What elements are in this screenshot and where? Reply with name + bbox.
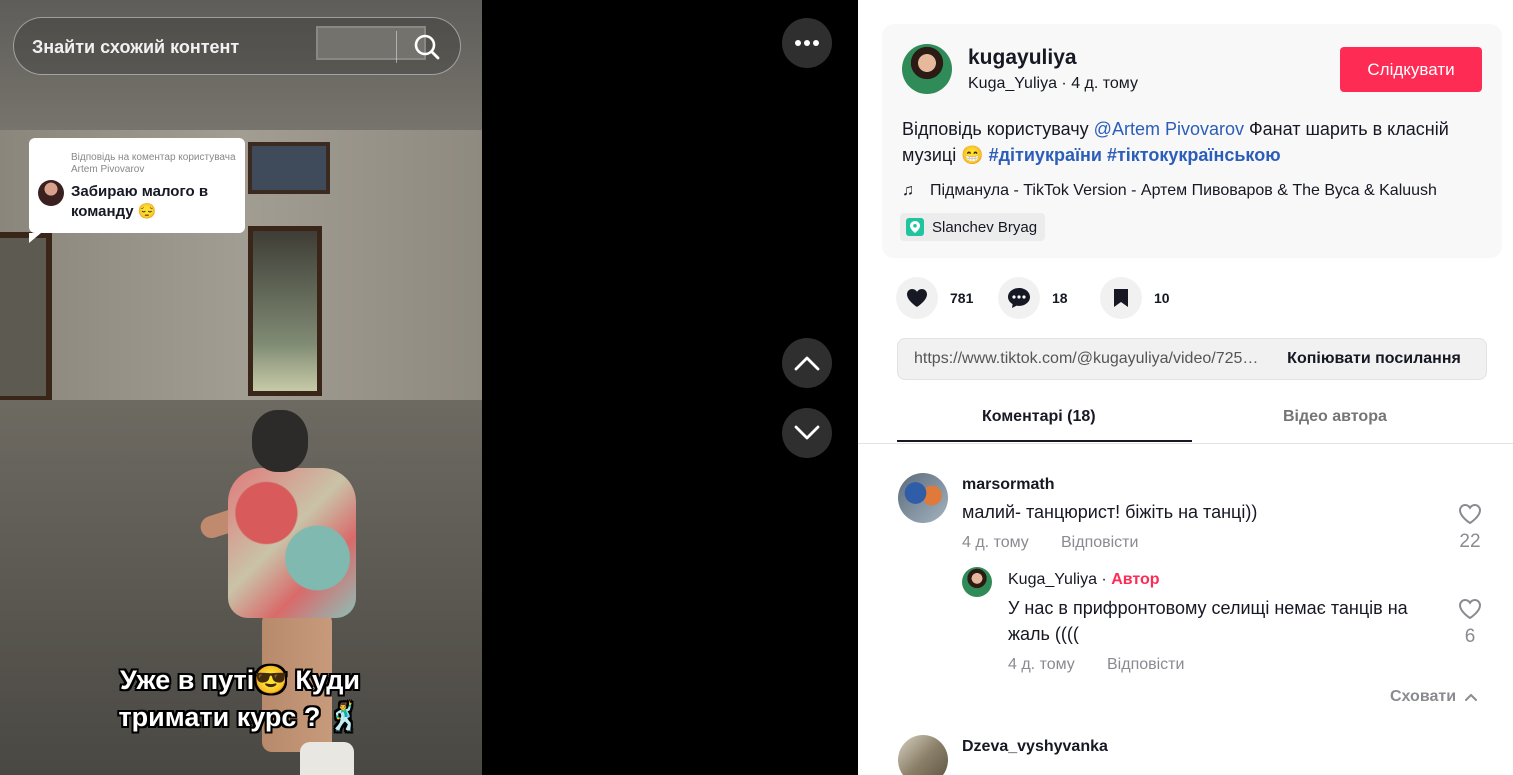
reply-time: 4 д. тому <box>1008 656 1075 673</box>
follow-button[interactable]: Слідкувати <box>1340 47 1482 92</box>
author-username[interactable]: kugayuliya <box>968 46 1077 70</box>
chevron-up-icon <box>1465 693 1478 701</box>
comment-time: 4 д. тому <box>962 534 1029 551</box>
music-note-icon: ♫ <box>902 182 914 199</box>
heart-icon <box>907 289 927 307</box>
reply-username[interactable]: Kuga_Yuliya <box>1008 571 1097 588</box>
comment-list: marsormath малий- танцюрист! біжіть на т… <box>858 445 1513 775</box>
comment-button[interactable] <box>998 277 1040 319</box>
reply-sticker-avatar <box>38 180 64 206</box>
hashtag-link[interactable]: #дітиукраїни <box>989 145 1102 165</box>
panel-tabs: Коментарі (18) Відео автора <box>858 398 1513 444</box>
reply-separator: · <box>1096 571 1112 588</box>
search-icon[interactable] <box>412 32 442 62</box>
music-link[interactable]: ♫ Підманула - TikTok Version - Артем Пив… <box>902 180 1482 202</box>
author-subline: Kuga_Yuliya · 4 д. тому <box>968 75 1138 93</box>
like-button[interactable] <box>896 277 938 319</box>
video-area: Відповідь на коментар користувача Artem … <box>0 0 858 775</box>
details-panel: kugayuliya Kuga_Yuliya · 4 д. тому Слідк… <box>858 0 1513 775</box>
comment-username[interactable]: Dzeva_vyshyvanka <box>962 738 1108 756</box>
next-video-button[interactable] <box>782 408 832 458</box>
reply-like-button[interactable] <box>1455 598 1485 625</box>
tiktok-video-page: Відповідь на коментар користувача Artem … <box>0 0 1513 775</box>
tab-creator-videos[interactable]: Відео автора <box>1283 408 1387 426</box>
video-info-card: kugayuliya Kuga_Yuliya · 4 д. тому Слідк… <box>882 24 1502 258</box>
save-button[interactable] <box>1100 277 1142 319</box>
comment-like-count: 22 <box>1459 531 1481 552</box>
previous-video-button[interactable] <box>782 338 832 388</box>
reply-reply-button[interactable]: Відповісти <box>1107 656 1184 674</box>
hide-replies-button[interactable]: Сховати <box>1390 688 1478 706</box>
reply-sticker-text: Забираю малого в команду 😔 <box>71 183 209 220</box>
bookmark-icon <box>1114 289 1128 307</box>
author-badge: Автор <box>1111 571 1160 588</box>
video-scene-child-shirt <box>228 468 356 618</box>
reply-sticker-caption: Відповідь на коментар користувача Artem … <box>71 152 236 175</box>
comment-count: 18 <box>1052 290 1068 306</box>
video-description: Відповідь користувачу @Artem Pivovarov Ф… <box>902 116 1482 168</box>
more-options-button[interactable] <box>782 18 832 68</box>
reply-user-line: Kuga_Yuliya · Автор <box>1008 571 1160 589</box>
heart-outline-icon <box>1458 503 1482 525</box>
video-caption-overlay: Уже в путі😎 Куди тримати курс ? 🕺 <box>60 662 420 736</box>
comment-text: малий- танцюрист! біжіть на танці)) <box>962 502 1258 522</box>
comment-username[interactable]: marsormath <box>962 476 1054 494</box>
more-horizontal-icon <box>795 40 819 46</box>
copy-link-button[interactable]: Копіювати посилання <box>1270 339 1478 379</box>
heart-outline-icon <box>1458 598 1482 620</box>
similar-content-search <box>13 17 461 75</box>
author-avatar[interactable] <box>902 44 952 94</box>
reply-comment-sticker: Відповідь на коментар користувача Artem … <box>29 138 245 243</box>
reply-avatar[interactable] <box>962 567 992 597</box>
video-scene-child-shoe <box>300 742 354 775</box>
location-chip[interactable]: Slanchev Bryag <box>900 213 1046 241</box>
comment-bubble-icon <box>1008 288 1030 308</box>
reply-like-count: 6 <box>1464 626 1476 647</box>
description-prefix: Відповідь користувачу <box>902 119 1094 139</box>
action-bar: 781 18 10 <box>896 277 1202 319</box>
share-url[interactable]: https://www.tiktok.com/@kugayuliya/video… <box>914 350 1259 368</box>
active-tab-indicator <box>897 440 1192 442</box>
save-count: 10 <box>1154 290 1170 306</box>
video-player[interactable]: Відповідь на коментар користувача Artem … <box>0 0 482 775</box>
like-count: 781 <box>950 290 974 306</box>
location-name: Slanchev Bryag <box>932 218 1038 236</box>
comment-like-button[interactable] <box>1455 503 1485 530</box>
save-action: 10 <box>1100 277 1178 319</box>
video-caption-line-2: тримати курс ? 🕺 <box>118 702 362 732</box>
hashtag-link[interactable]: #тіктокукраїнською <box>1107 145 1281 165</box>
music-title: Підманула - TikTok Version - Артем Пивов… <box>930 182 1437 199</box>
chevron-up-icon <box>794 356 820 371</box>
video-scene-child-head <box>252 410 308 472</box>
video-scene-window <box>248 142 330 194</box>
author-separator: · <box>1056 75 1072 92</box>
video-scene-left-frame <box>0 232 52 402</box>
video-scene-door <box>248 226 322 396</box>
hide-replies-label: Сховати <box>1390 688 1457 705</box>
post-time: 4 д. тому <box>1071 75 1138 92</box>
comment-avatar[interactable] <box>898 473 948 523</box>
tab-comments[interactable]: Коментарі (18) <box>982 408 1096 426</box>
like-action: 781 <box>896 277 974 319</box>
comment-avatar[interactable] <box>898 735 948 775</box>
reply-text: У нас в прифронтовому селищі немає танці… <box>1008 598 1408 644</box>
video-caption-line-1: Уже в путі😎 Куди <box>120 665 360 695</box>
description-mention[interactable]: @Artem Pivovarov <box>1094 119 1244 139</box>
chevron-down-icon <box>794 425 820 440</box>
author-nickname[interactable]: Kuga_Yuliya <box>968 75 1057 92</box>
search-divider <box>396 31 397 63</box>
share-link-box: https://www.tiktok.com/@kugayuliya/video… <box>897 338 1487 380</box>
reply-button[interactable]: Відповісти <box>1061 534 1138 552</box>
comment-action: 18 <box>998 277 1076 319</box>
search-input[interactable] <box>32 35 392 59</box>
location-pin-icon <box>906 218 924 236</box>
